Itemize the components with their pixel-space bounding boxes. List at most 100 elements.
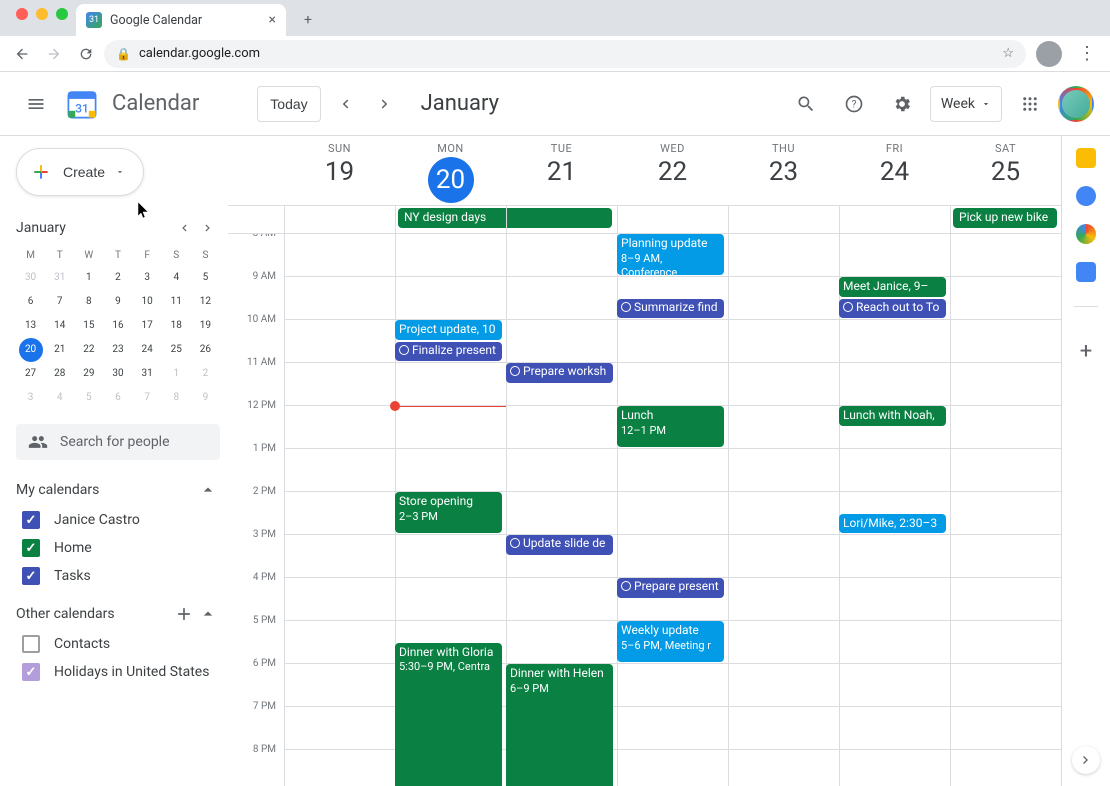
mini-day[interactable]: 6 (16, 290, 45, 314)
new-tab-button[interactable]: + (294, 6, 322, 34)
other-calendars-header[interactable]: Other calendars (16, 598, 220, 630)
task-event[interactable]: Prepare worksh (506, 363, 613, 383)
mini-day[interactable]: 4 (162, 266, 191, 290)
minimize-window[interactable] (36, 8, 48, 20)
calendar-item[interactable]: ✓Holidays in United States (16, 658, 220, 686)
maps-icon[interactable] (1076, 224, 1096, 244)
day-header[interactable]: THU23 (728, 136, 839, 205)
calendar-event[interactable]: Store opening2–3 PM (395, 492, 502, 533)
mini-day[interactable]: 29 (74, 362, 103, 386)
mini-day[interactable]: 23 (103, 338, 132, 362)
meet-icon[interactable] (1076, 262, 1096, 282)
calendar-event[interactable]: Lori/Mike, 2:30–3 (839, 514, 946, 534)
day-header[interactable]: FRI24 (839, 136, 950, 205)
main-menu-icon[interactable] (16, 84, 56, 124)
calendar-event[interactable]: Planning update8–9 AM, Conference (617, 234, 724, 275)
allday-cell[interactable] (617, 206, 728, 233)
mini-day[interactable]: 7 (45, 290, 74, 314)
prev-period-button[interactable] (329, 88, 361, 120)
mini-day[interactable]: 27 (16, 362, 45, 386)
day-header[interactable]: WED22 (617, 136, 728, 205)
calendar-event[interactable]: Lunch with Noah, ... (839, 406, 946, 426)
mini-day[interactable]: 9 (191, 386, 220, 410)
google-apps-icon[interactable] (1010, 84, 1050, 124)
allday-cell[interactable] (506, 206, 617, 233)
calendar-event[interactable]: Lunch12–1 PM (617, 406, 724, 447)
mini-day[interactable]: 13 (16, 314, 45, 338)
checkbox[interactable]: ✓ (22, 567, 40, 585)
checkbox[interactable]: ✓ (22, 663, 40, 681)
mini-day[interactable]: 5 (74, 386, 103, 410)
mini-day[interactable]: 21 (45, 338, 74, 362)
calendar-item[interactable]: ✓Janice Castro (16, 506, 220, 534)
mini-day[interactable]: 18 (162, 314, 191, 338)
maximize-window[interactable] (56, 8, 68, 20)
checkbox[interactable] (22, 635, 40, 653)
reload-button[interactable] (72, 40, 100, 68)
mini-day[interactable]: 8 (74, 290, 103, 314)
calendar-item[interactable]: Contacts (16, 630, 220, 658)
add-addon-icon[interactable]: + (1066, 331, 1106, 371)
browser-tab[interactable]: 31 Google Calendar × (76, 4, 286, 36)
calendar-event[interactable]: Weekly update5–6 PM, Meeting r (617, 621, 724, 662)
mini-day[interactable]: 2 (191, 362, 220, 386)
calendar-item[interactable]: ✓Tasks (16, 562, 220, 590)
collapse-panel-button[interactable] (1072, 746, 1100, 774)
search-people-input[interactable]: Search for people (16, 424, 220, 460)
mini-day[interactable]: 3 (16, 386, 45, 410)
mini-day[interactable]: 5 (191, 266, 220, 290)
keep-icon[interactable] (1076, 148, 1096, 168)
create-button[interactable]: Create (16, 148, 144, 196)
add-calendar-icon[interactable] (172, 602, 196, 626)
account-avatar[interactable] (1058, 86, 1094, 122)
mini-day[interactable]: 28 (45, 362, 74, 386)
bookmark-star-icon[interactable]: ☆ (1002, 46, 1014, 61)
calendar-event[interactable]: Project update, 10 (395, 320, 502, 340)
close-tab-icon[interactable]: × (269, 12, 276, 28)
browser-menu-icon[interactable]: ⋮ (1072, 43, 1102, 64)
mini-day[interactable]: 31 (133, 362, 162, 386)
search-icon[interactable] (786, 84, 826, 124)
task-event[interactable]: Reach out to To (839, 299, 946, 319)
mini-day[interactable]: 6 (103, 386, 132, 410)
mini-day[interactable]: 11 (162, 290, 191, 314)
profile-avatar[interactable] (1036, 41, 1062, 67)
forward-button[interactable] (40, 40, 68, 68)
task-event[interactable]: Prepare present (617, 578, 724, 598)
mini-next-button[interactable] (196, 216, 220, 240)
calendar-event[interactable]: Meet Janice, 9–9:... (839, 277, 946, 297)
mini-day[interactable]: 24 (133, 338, 162, 362)
task-event[interactable]: Summarize find (617, 299, 724, 319)
allday-cell[interactable] (839, 206, 950, 233)
allday-cell[interactable]: NY design days (395, 206, 506, 233)
day-header[interactable]: MON20 (395, 136, 506, 205)
mini-day[interactable]: 20 (19, 338, 43, 362)
mini-day[interactable]: 4 (45, 386, 74, 410)
close-window[interactable] (16, 8, 28, 20)
mini-day[interactable]: 30 (16, 266, 45, 290)
allday-cell[interactable]: Pick up new bike (950, 206, 1061, 233)
mini-day[interactable]: 17 (133, 314, 162, 338)
checkbox[interactable]: ✓ (22, 511, 40, 529)
mini-day[interactable]: 22 (74, 338, 103, 362)
allday-cell[interactable] (284, 206, 395, 233)
day-header[interactable]: SUN19 (284, 136, 395, 205)
mini-day[interactable]: 14 (45, 314, 74, 338)
mini-day[interactable]: 12 (191, 290, 220, 314)
task-event[interactable]: Update slide de (506, 535, 613, 555)
view-selector[interactable]: Week (930, 86, 1002, 122)
allday-event[interactable]: Pick up new bike (953, 208, 1057, 228)
mini-day[interactable]: 31 (45, 266, 74, 290)
mini-day[interactable]: 1 (74, 266, 103, 290)
mini-day[interactable]: 1 (162, 362, 191, 386)
help-icon[interactable]: ? (834, 84, 874, 124)
mini-day[interactable]: 9 (103, 290, 132, 314)
mini-day[interactable]: 15 (74, 314, 103, 338)
mini-day[interactable]: 8 (162, 386, 191, 410)
mini-day[interactable]: 10 (133, 290, 162, 314)
mini-day[interactable]: 7 (133, 386, 162, 410)
day-header[interactable]: TUE21 (506, 136, 617, 205)
my-calendars-header[interactable]: My calendars (16, 474, 220, 506)
calendar-event[interactable]: Dinner with Helen6–9 PM (506, 664, 613, 786)
omnibox[interactable]: 🔒 calendar.google.com ☆ (104, 40, 1026, 68)
